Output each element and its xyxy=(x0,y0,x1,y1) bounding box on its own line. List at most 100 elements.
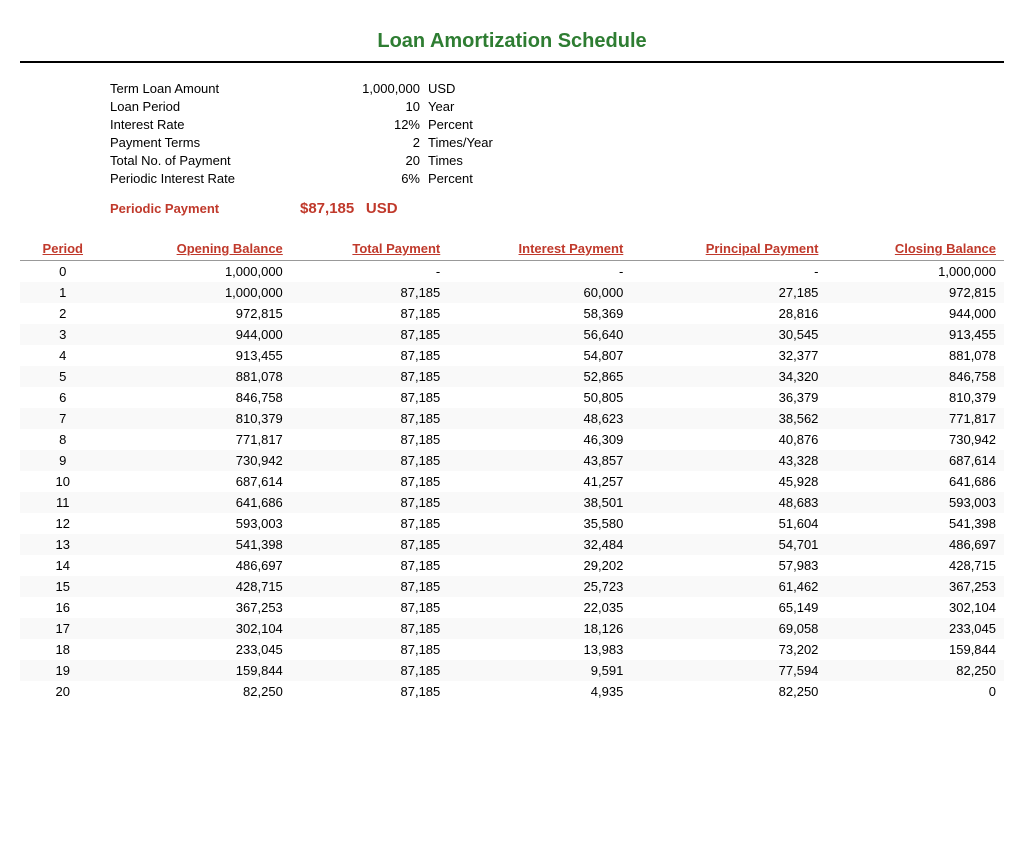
summary-unit: Times xyxy=(428,153,463,168)
table-cell: 54,807 xyxy=(448,345,631,366)
summary-value: 12% xyxy=(300,117,420,132)
table-cell: 730,942 xyxy=(106,450,291,471)
table-cell: 82,250 xyxy=(826,660,1004,681)
table-cell: 87,185 xyxy=(291,408,448,429)
periodic-payment-label: Periodic Payment xyxy=(110,201,300,216)
summary-row: Periodic Interest Rate 6% Percent xyxy=(110,171,1004,186)
table-cell: 881,078 xyxy=(106,366,291,387)
table-row: 11641,68687,18538,50148,683593,003 xyxy=(20,492,1004,513)
table-cell: 10 xyxy=(20,471,106,492)
table-cell: 14 xyxy=(20,555,106,576)
table-cell: 771,817 xyxy=(106,429,291,450)
table-cell: 846,758 xyxy=(106,387,291,408)
table-cell: 9 xyxy=(20,450,106,471)
table-row: 3944,00087,18556,64030,545913,455 xyxy=(20,324,1004,345)
table-row: 13541,39887,18532,48454,701486,697 xyxy=(20,534,1004,555)
table-cell: 913,455 xyxy=(106,345,291,366)
table-cell: 18,126 xyxy=(448,618,631,639)
table-cell: 593,003 xyxy=(106,513,291,534)
table-cell: 87,185 xyxy=(291,303,448,324)
table-row: 15428,71587,18525,72361,462367,253 xyxy=(20,576,1004,597)
table-cell: 87,185 xyxy=(291,450,448,471)
table-cell: 87,185 xyxy=(291,471,448,492)
table-cell: 159,844 xyxy=(106,660,291,681)
summary-label: Periodic Interest Rate xyxy=(110,171,300,186)
table-header: Interest Payment xyxy=(448,237,631,261)
table-header: Closing Balance xyxy=(826,237,1004,261)
table-cell: 29,202 xyxy=(448,555,631,576)
table-cell: 233,045 xyxy=(106,639,291,660)
summary-row: Payment Terms 2 Times/Year xyxy=(110,135,1004,150)
table-cell: 810,379 xyxy=(106,408,291,429)
periodic-payment-unit: USD xyxy=(366,200,398,217)
table-cell: 32,484 xyxy=(448,534,631,555)
summary-row: Loan Period 10 Year xyxy=(110,99,1004,114)
table-cell: 18 xyxy=(20,639,106,660)
table-cell: 8 xyxy=(20,429,106,450)
table-cell: 233,045 xyxy=(826,618,1004,639)
table-cell: 13,983 xyxy=(448,639,631,660)
table-cell: 87,185 xyxy=(291,282,448,303)
periodic-payment-value: $87,185 xyxy=(300,200,354,217)
table-cell: 48,623 xyxy=(448,408,631,429)
table-row: 2082,25087,1854,93582,2500 xyxy=(20,681,1004,702)
table-cell: 19 xyxy=(20,660,106,681)
table-cell: 58,369 xyxy=(448,303,631,324)
table-cell: 56,640 xyxy=(448,324,631,345)
table-cell: 641,686 xyxy=(106,492,291,513)
table-cell: 38,562 xyxy=(631,408,826,429)
summary-value: 10 xyxy=(300,99,420,114)
table-cell: 20 xyxy=(20,681,106,702)
summary-unit: Year xyxy=(428,99,454,114)
table-cell: 25,723 xyxy=(448,576,631,597)
table-cell: 16 xyxy=(20,597,106,618)
table-cell: 87,185 xyxy=(291,534,448,555)
table-cell: 52,865 xyxy=(448,366,631,387)
table-cell: 65,149 xyxy=(631,597,826,618)
table-cell: 302,104 xyxy=(106,618,291,639)
table-row: 16367,25387,18522,03565,149302,104 xyxy=(20,597,1004,618)
table-header: Opening Balance xyxy=(106,237,291,261)
table-cell: 60,000 xyxy=(448,282,631,303)
summary-unit: Percent xyxy=(428,171,473,186)
table-cell: 3 xyxy=(20,324,106,345)
table-cell: 87,185 xyxy=(291,639,448,660)
table-cell: 12 xyxy=(20,513,106,534)
table-cell: 944,000 xyxy=(106,324,291,345)
summary-row: Term Loan Amount 1,000,000 USD xyxy=(110,81,1004,96)
table-cell: 82,250 xyxy=(106,681,291,702)
table-cell: 87,185 xyxy=(291,324,448,345)
table-cell: 1,000,000 xyxy=(106,282,291,303)
table-cell: 5 xyxy=(20,366,106,387)
table-row: 18233,04587,18513,98373,202159,844 xyxy=(20,639,1004,660)
periodic-payment-row: Periodic Payment $87,185 USD xyxy=(110,200,1004,217)
table-cell: 1 xyxy=(20,282,106,303)
table-cell: 87,185 xyxy=(291,576,448,597)
table-cell: 48,683 xyxy=(631,492,826,513)
summary-label: Interest Rate xyxy=(110,117,300,132)
table-cell: 1,000,000 xyxy=(106,261,291,283)
table-cell: - xyxy=(448,261,631,283)
table-cell: - xyxy=(291,261,448,283)
table-cell: 302,104 xyxy=(826,597,1004,618)
table-row: 10687,61487,18541,25745,928641,686 xyxy=(20,471,1004,492)
table-cell: 87,185 xyxy=(291,387,448,408)
table-row: 5881,07887,18552,86534,320846,758 xyxy=(20,366,1004,387)
summary-value: 6% xyxy=(300,171,420,186)
summary-value: 1,000,000 xyxy=(300,81,420,96)
summary-section: Term Loan Amount 1,000,000 USD Loan Peri… xyxy=(110,81,1004,217)
table-cell: 428,715 xyxy=(826,555,1004,576)
table-cell: 32,377 xyxy=(631,345,826,366)
table-cell: 593,003 xyxy=(826,492,1004,513)
table-row: 2972,81587,18558,36928,816944,000 xyxy=(20,303,1004,324)
table-cell: 43,328 xyxy=(631,450,826,471)
table-cell: 27,185 xyxy=(631,282,826,303)
summary-row: Total No. of Payment 20 Times xyxy=(110,153,1004,168)
table-cell: 641,686 xyxy=(826,471,1004,492)
table-cell: 41,257 xyxy=(448,471,631,492)
table-cell: 38,501 xyxy=(448,492,631,513)
table-cell: 11 xyxy=(20,492,106,513)
table-cell: 30,545 xyxy=(631,324,826,345)
table-cell: 541,398 xyxy=(826,513,1004,534)
table-cell: 54,701 xyxy=(631,534,826,555)
